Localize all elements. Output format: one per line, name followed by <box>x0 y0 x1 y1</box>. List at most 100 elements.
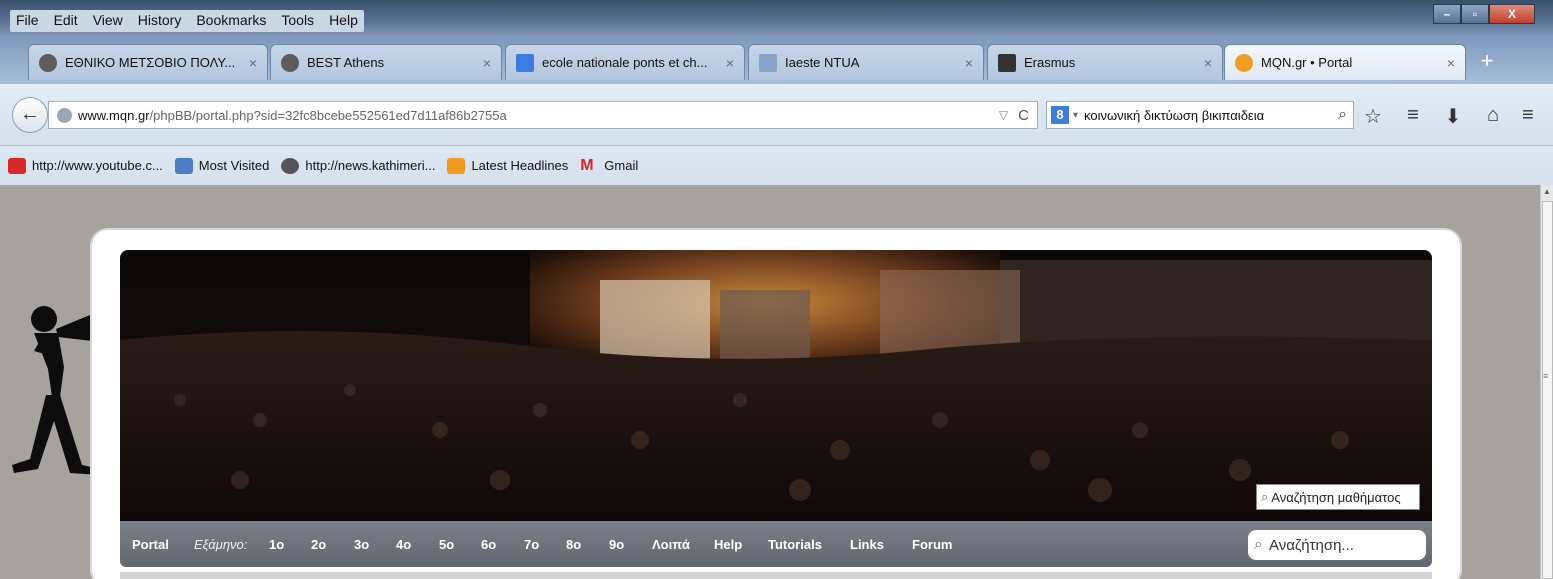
menu-items: File Edit View History Bookmarks Tools H… <box>10 10 364 32</box>
navigation-bar: ← www.mqn.gr/phpBB/portal.php?sid=32fc8b… <box>0 84 1553 146</box>
nav-semester-7[interactable]: 7ο <box>524 537 539 552</box>
nav-semester-2[interactable]: 2ο <box>311 537 326 552</box>
bookmark-kathimerini[interactable]: http://news.kathimeri... <box>281 157 435 174</box>
tab-label: MQN.gr • Portal <box>1261 55 1353 70</box>
nav-semester-9[interactable]: 9ο <box>609 537 624 552</box>
bookmark-label: Most Visited <box>198 158 270 173</box>
tab-mqn-portal[interactable]: MQN.gr • Portal × <box>1224 44 1466 80</box>
site-search-placeholder: Αναζήτηση... <box>1268 536 1354 554</box>
url-host: www.mqn.gr <box>78 107 150 123</box>
menu-bookmarks[interactable]: Bookmarks <box>194 12 269 30</box>
window-controls: – ▫ X <box>1433 4 1535 24</box>
tab-close-icon[interactable]: × <box>1447 55 1455 71</box>
menu-tools[interactable]: Tools <box>279 12 317 30</box>
menu-view[interactable]: View <box>90 12 125 30</box>
search-icon: ⌕ <box>1254 536 1263 553</box>
vertical-scrollbar[interactable]: ▲ ≡ <box>1540 185 1553 579</box>
seal-icon <box>281 53 299 72</box>
tab-best-athens[interactable]: BEST Athens × <box>270 44 502 80</box>
youtube-icon <box>8 157 26 174</box>
url-bar[interactable]: www.mqn.gr/phpBB/portal.php?sid=32fc8bce… <box>48 101 1038 129</box>
tab-close-icon[interactable]: × <box>726 55 734 71</box>
search-icon[interactable]: ⌕ <box>1338 106 1347 124</box>
toolbar-icons: ☆ ≡ ⬇ ⌂ <box>1362 104 1504 129</box>
scrollbar-thumb[interactable] <box>1542 201 1553 579</box>
scrollbar-grip-icon: ≡ <box>1543 371 1549 381</box>
nav-portal[interactable]: Portal <box>132 537 169 552</box>
seal-icon <box>39 53 57 72</box>
caret-down-icon[interactable]: ▾ <box>1073 110 1078 121</box>
scroll-up-arrow-icon[interactable]: ▲ <box>1543 187 1551 196</box>
bookmark-gmail[interactable]: M Gmail <box>580 156 639 174</box>
tab-close-icon[interactable]: × <box>483 55 491 71</box>
new-tab-button[interactable]: + <box>1470 48 1504 76</box>
minimize-button[interactable]: – <box>1433 4 1461 24</box>
reload-icon[interactable]: C <box>1018 107 1029 124</box>
megaphone-person-icon <box>12 306 98 475</box>
tab-erasmus[interactable]: Erasmus × <box>987 44 1223 80</box>
bookmark-label: Latest Headlines <box>471 158 569 173</box>
page-icon <box>759 53 777 72</box>
rss-icon <box>447 157 466 174</box>
nav-help[interactable]: Help <box>714 537 742 552</box>
reading-list-icon[interactable]: ≡ <box>1402 104 1424 129</box>
menu-edit[interactable]: Edit <box>51 12 80 30</box>
download-icon[interactable]: ⬇ <box>1442 104 1464 129</box>
menu-icon[interactable]: ≡ <box>1522 104 1534 127</box>
google-icon[interactable]: 8 <box>1051 106 1069 124</box>
tab-ecole-ponts[interactable]: ecole nationale ponts et ch... × <box>505 44 745 80</box>
nav-semester-5[interactable]: 5ο <box>439 537 454 552</box>
nav-others[interactable]: Λοιπά <box>652 537 690 552</box>
back-button[interactable]: ← <box>12 97 48 133</box>
site-search-input[interactable]: ⌕ Αναζήτηση... <box>1248 530 1426 560</box>
bookmark-most-visited[interactable]: Most Visited <box>174 157 270 174</box>
nav-semester-4[interactable]: 4ο <box>396 537 411 552</box>
bookmark-latest-headlines[interactable]: Latest Headlines <box>447 157 569 174</box>
gmail-icon: M <box>580 156 594 174</box>
tab-label: BEST Athens <box>307 55 385 70</box>
search-bar[interactable]: 8 ▾ κοινωνική δικτύωση βικιπαιδεια ⌕ <box>1046 101 1354 129</box>
mqn-icon <box>1235 53 1253 72</box>
nav-semester-1[interactable]: 1ο <box>269 537 284 552</box>
erasmus-icon <box>998 53 1016 72</box>
menu-file[interactable]: File <box>14 12 41 30</box>
site-navigation: Portal Εξάμηνο: 1ο 2ο 3ο 4ο 5ο 6ο 7ο 8ο … <box>120 521 1432 567</box>
banner-crowd-photo <box>120 250 1432 521</box>
menu-history[interactable]: History <box>135 12 184 30</box>
tab-label: ecole nationale ponts et ch... <box>542 55 708 70</box>
bookmarks-bar: http://www.youtube.c... Most Visited htt… <box>0 146 1553 185</box>
bookmark-star-icon[interactable]: ☆ <box>1362 104 1384 129</box>
nav-links[interactable]: Links <box>850 537 884 552</box>
nav-semester-8[interactable]: 8ο <box>566 537 581 552</box>
search-input[interactable]: κοινωνική δικτύωση βικιπαιδεια <box>1084 108 1338 123</box>
tab-close-icon[interactable]: × <box>249 55 257 71</box>
google-icon <box>516 53 534 72</box>
bookmark-label: http://www.youtube.c... <box>32 158 163 173</box>
tab-ntua[interactable]: ΕΘΝΙΚΟ ΜΕΤΣΟΒΙΟ ΠΟΛΥ... × <box>28 44 268 80</box>
close-window-button[interactable]: X <box>1489 4 1535 24</box>
tab-close-icon[interactable]: × <box>1204 55 1212 71</box>
tab-close-icon[interactable]: × <box>965 55 973 71</box>
url-text[interactable]: www.mqn.gr/phpBB/portal.php?sid=32fc8bce… <box>78 108 999 123</box>
nav-semester-3[interactable]: 3ο <box>354 537 369 552</box>
browser-chrome: File Edit View History Bookmarks Tools H… <box>0 0 1553 185</box>
tab-strip: ΕΘΝΙΚΟ ΜΕΤΣΟΒΙΟ ΠΟΛΥ... × BEST Athens × … <box>0 36 1553 84</box>
course-search-placeholder: Αναζήτηση μαθήματος <box>1271 489 1401 505</box>
tab-label: Iaeste NTUA <box>785 55 860 70</box>
nav-semester-6[interactable]: 6ο <box>481 537 496 552</box>
bookmark-label: Gmail <box>604 158 639 173</box>
nav-forum[interactable]: Forum <box>912 537 952 552</box>
menu-help[interactable]: Help <box>327 12 360 30</box>
kathimerini-icon <box>281 157 300 174</box>
maximize-button[interactable]: ▫ <box>1461 4 1489 24</box>
content-area-top <box>120 572 1432 579</box>
url-dropdown-icon[interactable]: ▽ <box>999 108 1008 122</box>
menu-bar: File Edit View History Bookmarks Tools H… <box>0 0 1553 36</box>
tab-iaeste-ntua[interactable]: Iaeste NTUA × <box>748 44 984 80</box>
course-search-input[interactable]: ⌕ Αναζήτηση μαθήματος <box>1256 484 1420 510</box>
home-icon[interactable]: ⌂ <box>1482 104 1504 129</box>
url-path: /phpBB/portal.php?sid=32fc8bcebe552561ed… <box>149 107 507 123</box>
nav-tutorials[interactable]: Tutorials <box>768 537 822 552</box>
tab-label: ΕΘΝΙΚΟ ΜΕΤΣΟΒΙΟ ΠΟΛΥ... <box>65 55 236 70</box>
bookmark-youtube[interactable]: http://www.youtube.c... <box>8 157 163 174</box>
